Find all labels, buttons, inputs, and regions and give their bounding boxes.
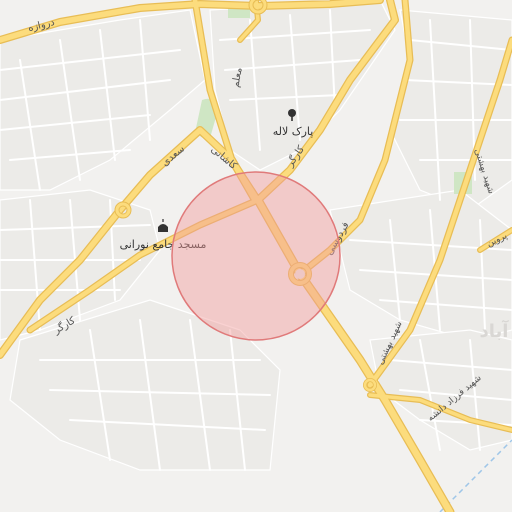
search-radius-circle: [171, 171, 341, 341]
poi-label-park-laleh: پارک لاله: [273, 125, 314, 138]
area-label: آباد: [480, 319, 510, 342]
map-svg: دروازه معلم سعدی کاشانی کارگر کارگر فردو…: [0, 0, 512, 512]
map-canvas[interactable]: دروازه معلم سعدی کاشانی کارگر کارگر فردو…: [0, 0, 512, 512]
